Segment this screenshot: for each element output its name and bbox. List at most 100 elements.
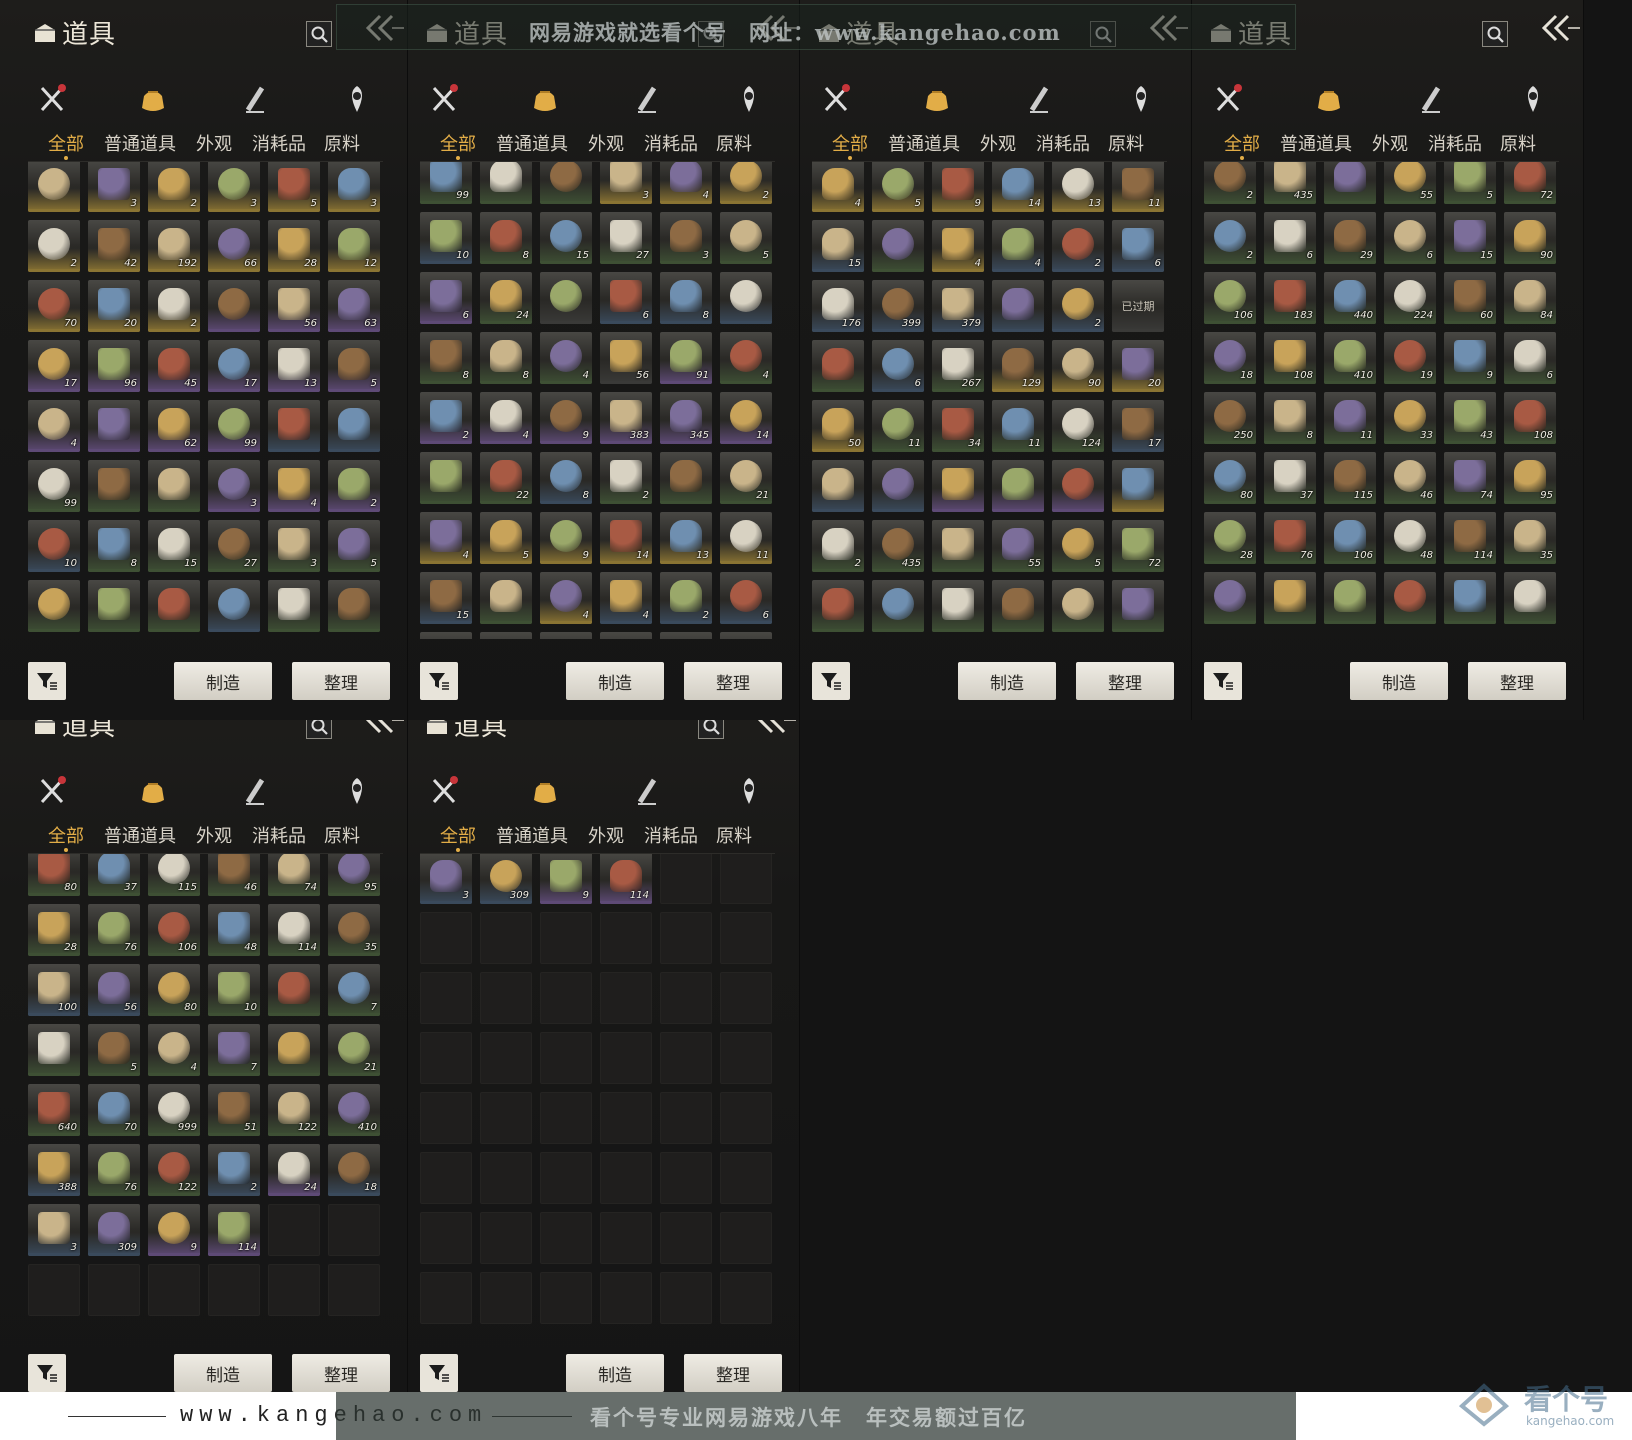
- empty-slot[interactable]: [480, 1092, 532, 1144]
- tab-1[interactable]: 普通道具: [496, 822, 568, 848]
- category-tab-items-pouch[interactable]: [1312, 82, 1346, 116]
- item-slot[interactable]: 5: [1052, 520, 1104, 572]
- item-slot[interactable]: 106: [1204, 272, 1256, 324]
- item-slot[interactable]: 3: [600, 162, 652, 204]
- collapse-button[interactable]: [1538, 12, 1580, 46]
- sort-button[interactable]: 整理: [292, 662, 390, 700]
- category-tab-scroll[interactable]: [238, 82, 272, 116]
- item-slot[interactable]: 48: [1384, 512, 1436, 564]
- category-tab-items-pouch[interactable]: [528, 774, 562, 808]
- item-slot[interactable]: 6: [1504, 332, 1556, 384]
- item-slot[interactable]: 5: [328, 340, 380, 392]
- item-slot[interactable]: 108: [1264, 332, 1316, 384]
- item-slot[interactable]: 29: [1324, 212, 1376, 264]
- item-slot[interactable]: 345: [660, 392, 712, 444]
- empty-slot[interactable]: [480, 1032, 532, 1084]
- item-slot[interactable]: 309: [88, 1204, 140, 1256]
- empty-slot[interactable]: [540, 972, 592, 1024]
- tab-4[interactable]: 原料: [1500, 130, 1536, 156]
- empty-slot[interactable]: [420, 1092, 472, 1144]
- item-slot[interactable]: 96: [88, 340, 140, 392]
- item-slot[interactable]: 18: [328, 1144, 380, 1196]
- item-slot[interactable]: 56: [600, 332, 652, 384]
- empty-slot[interactable]: [420, 912, 472, 964]
- tab-2[interactable]: 外观: [980, 130, 1016, 156]
- item-slot[interactable]: 122: [148, 1144, 200, 1196]
- item-slot[interactable]: [88, 400, 140, 452]
- item-slot[interactable]: 95: [1504, 452, 1556, 504]
- empty-slot[interactable]: [660, 1092, 712, 1144]
- item-slot[interactable]: 3: [328, 162, 380, 212]
- item-slot[interactable]: 33: [1384, 392, 1436, 444]
- item-slot[interactable]: 18: [1204, 332, 1256, 384]
- item-slot[interactable]: [1324, 572, 1376, 624]
- empty-slot[interactable]: [600, 1152, 652, 1204]
- category-tab-scroll[interactable]: [630, 774, 664, 808]
- empty-slot[interactable]: [480, 1152, 532, 1204]
- item-slot[interactable]: 13: [1052, 162, 1104, 212]
- item-slot[interactable]: 11: [1112, 162, 1164, 212]
- item-slot[interactable]: [28, 162, 80, 212]
- item-slot[interactable]: [328, 400, 380, 452]
- empty-slot[interactable]: [88, 1264, 140, 1316]
- item-slot[interactable]: 28: [268, 220, 320, 272]
- item-slot[interactable]: 122: [268, 1084, 320, 1136]
- item-slot[interactable]: 6: [1264, 212, 1316, 264]
- item-slot[interactable]: 9: [540, 392, 592, 444]
- item-slot[interactable]: 106: [148, 904, 200, 956]
- item-slot[interactable]: [1052, 460, 1104, 512]
- item-slot[interactable]: 640: [28, 1084, 80, 1136]
- item-slot[interactable]: 5: [268, 162, 320, 212]
- item-slot[interactable]: 2: [660, 572, 712, 624]
- item-slot[interactable]: 3: [208, 460, 260, 512]
- empty-slot[interactable]: [720, 912, 772, 964]
- make-button[interactable]: 制造: [958, 662, 1056, 700]
- empty-slot[interactable]: [660, 1212, 712, 1264]
- tab-1[interactable]: 普通道具: [104, 130, 176, 156]
- item-slot[interactable]: 15: [812, 220, 864, 272]
- item-slot[interactable]: 95: [328, 854, 380, 896]
- category-tab-scroll[interactable]: [630, 82, 664, 116]
- item-slot[interactable]: [660, 632, 712, 639]
- item-slot[interactable]: 45: [148, 340, 200, 392]
- tab-2[interactable]: 外观: [588, 130, 624, 156]
- item-slot[interactable]: 51: [208, 1084, 260, 1136]
- item-slot[interactable]: 2: [812, 520, 864, 572]
- empty-slot[interactable]: [148, 1264, 200, 1316]
- search-button[interactable]: [306, 21, 332, 47]
- empty-slot[interactable]: [480, 1212, 532, 1264]
- item-slot[interactable]: 192: [148, 220, 200, 272]
- item-slot[interactable]: [1504, 572, 1556, 624]
- empty-slot[interactable]: [540, 1272, 592, 1324]
- item-slot[interactable]: [268, 400, 320, 452]
- item-slot[interactable]: 6: [720, 572, 772, 624]
- tab-1[interactable]: 普通道具: [888, 130, 960, 156]
- item-slot[interactable]: 48: [208, 904, 260, 956]
- item-slot[interactable]: [208, 280, 260, 332]
- category-tab-scroll[interactable]: [1414, 82, 1448, 116]
- item-slot[interactable]: 76: [88, 1144, 140, 1196]
- category-tab-items-pouch[interactable]: [920, 82, 954, 116]
- item-slot[interactable]: 11: [720, 512, 772, 564]
- item-slot[interactable]: 99: [28, 460, 80, 512]
- item-slot[interactable]: [88, 580, 140, 632]
- item-slot[interactable]: [992, 460, 1044, 512]
- empty-slot[interactable]: [28, 1264, 80, 1316]
- item-slot[interactable]: 2: [1052, 280, 1104, 332]
- item-slot[interactable]: 55: [992, 520, 1044, 572]
- item-slot[interactable]: 8: [660, 272, 712, 324]
- filter-button[interactable]: [1204, 662, 1242, 700]
- item-slot[interactable]: 4: [992, 220, 1044, 272]
- item-slot[interactable]: 3: [28, 1204, 80, 1256]
- category-tab-quest[interactable]: [340, 774, 374, 808]
- item-slot[interactable]: 309: [480, 854, 532, 904]
- empty-slot[interactable]: [540, 1092, 592, 1144]
- make-button[interactable]: 制造: [174, 1354, 272, 1392]
- item-slot[interactable]: [268, 964, 320, 1016]
- item-slot[interactable]: 28: [1204, 512, 1256, 564]
- item-slot[interactable]: 4: [720, 332, 772, 384]
- item-slot[interactable]: 15: [148, 520, 200, 572]
- item-slot[interactable]: [812, 460, 864, 512]
- item-slot[interactable]: [268, 1024, 320, 1076]
- item-slot[interactable]: 70: [28, 280, 80, 332]
